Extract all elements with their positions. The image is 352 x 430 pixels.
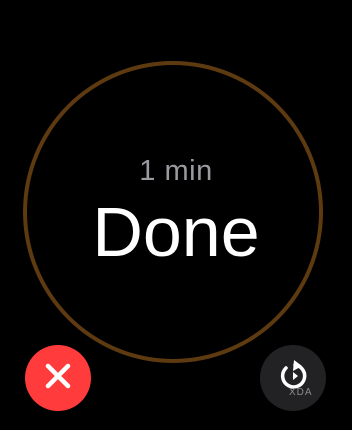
timer-duration-label: 1 min: [139, 155, 213, 187]
cancel-button[interactable]: [25, 345, 91, 411]
x-icon: [44, 362, 72, 395]
timer-status-label: Done: [92, 193, 260, 271]
restart-button[interactable]: [260, 345, 326, 411]
watermark-logo: XDA: [289, 387, 313, 398]
